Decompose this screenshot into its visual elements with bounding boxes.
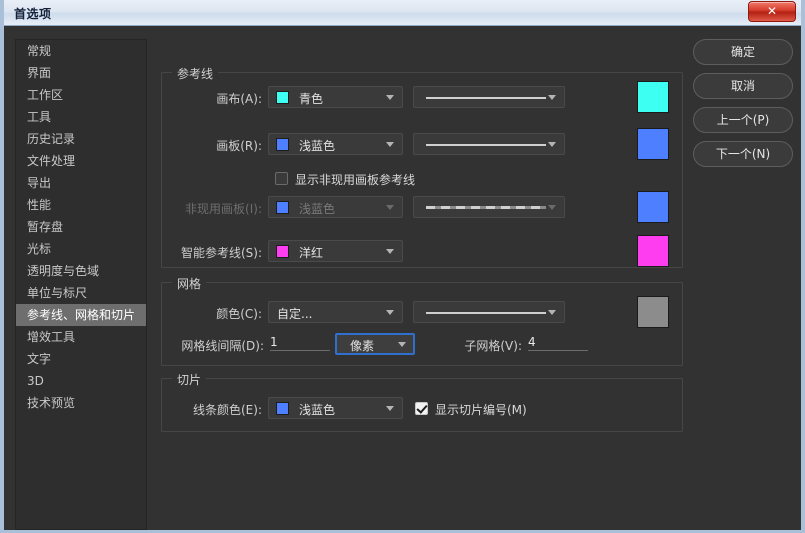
slice-line-color-dropdown[interactable]: 浅蓝色 xyxy=(268,397,403,419)
inactive-artboard-color-swatch[interactable] xyxy=(637,191,669,223)
slice-line-color-label: 线条颜色(E): xyxy=(193,403,262,417)
show-inactive-guides-checkbox[interactable] xyxy=(275,172,288,185)
slice-line-color-value: 浅蓝色 xyxy=(299,403,336,417)
inactive-artboard-color-dropdown: 浅蓝色 xyxy=(268,196,403,218)
artboard-color-swatch-small xyxy=(276,138,289,151)
chevron-down-icon xyxy=(386,142,394,147)
sidebar-item-11[interactable]: 单位与标尺 xyxy=(16,282,146,304)
canvas-color-label: 画布(A): xyxy=(216,92,262,106)
grid-color-value: 自定... xyxy=(277,307,313,321)
sidebar-item-16[interactable]: 技术预览 xyxy=(16,392,146,414)
chevron-down-icon xyxy=(386,249,394,254)
canvas-color-dropdown[interactable]: 青色 xyxy=(268,86,403,108)
grid-color-label: 颜色(C): xyxy=(216,307,262,321)
sidebar-item-8[interactable]: 暂存盘 xyxy=(16,216,146,238)
chevron-down-icon xyxy=(386,406,394,411)
sidebar-item-12[interactable]: 参考线、网格和切片 xyxy=(16,304,146,326)
prev-button[interactable]: 上一个(P) xyxy=(693,107,793,133)
sidebar-item-15[interactable]: 3D xyxy=(16,370,146,392)
title-bar: 首选项 ✕ xyxy=(4,0,801,26)
sidebar-item-13[interactable]: 增效工具 xyxy=(16,326,146,348)
chevron-down-icon xyxy=(398,342,406,347)
gridline-every-label: 网格线间隔(D): xyxy=(181,339,264,353)
slices-group: 切片 线条颜色(E): 浅蓝色 显示切片编号(M) xyxy=(161,371,683,432)
dashed-line-icon xyxy=(426,206,546,209)
ok-button[interactable]: 确定 xyxy=(693,39,793,65)
chevron-down-icon xyxy=(548,95,556,100)
sidebar-item-5[interactable]: 文件处理 xyxy=(16,150,146,172)
smart-guides-label: 智能参考线(S): xyxy=(180,246,262,260)
sidebar-item-7[interactable]: 性能 xyxy=(16,194,146,216)
artboard-color-dropdown[interactable]: 浅蓝色 xyxy=(268,133,403,155)
smart-guides-color-swatch[interactable] xyxy=(637,235,669,267)
dialog-body: 常规 界面 工作区 工具 历史记录 文件处理 导出 性能 暂存盘 光标 透明度与色域 单位与标尺 参考线… xyxy=(4,26,801,530)
canvas-color-value: 青色 xyxy=(299,92,324,106)
grid-group: 网格 颜色(C): 自定... 网格线间隔(D): 1 像素 子网格(V): 4 xyxy=(161,275,683,366)
sidebar-item-2[interactable]: 工作区 xyxy=(16,84,146,106)
category-list[interactable]: 常规 界面 工作区 工具 历史记录 文件处理 导出 性能 暂存盘 光标 透明度与色域 单位与标尺 参考线… xyxy=(15,39,147,530)
sidebar-item-10[interactable]: 透明度与色域 xyxy=(16,260,146,282)
chevron-down-icon xyxy=(548,142,556,147)
chevron-down-icon xyxy=(386,310,394,315)
chevron-down-icon xyxy=(386,95,394,100)
close-icon[interactable]: ✕ xyxy=(748,1,796,22)
show-slice-numbers-label: 显示切片编号(M) xyxy=(435,403,527,417)
inactive-artboard-color-value: 浅蓝色 xyxy=(299,202,336,216)
inactive-artboard-color-swatch-small xyxy=(276,201,289,214)
sidebar-item-0[interactable]: 常规 xyxy=(16,40,146,62)
grid-color-dropdown[interactable]: 自定... xyxy=(268,301,403,323)
chevron-down-icon xyxy=(548,205,556,210)
inactive-artboard-style-dropdown xyxy=(413,196,565,218)
grid-unit-value: 像素 xyxy=(350,339,375,353)
chevron-down-icon xyxy=(386,205,394,210)
grid-group-title: 网格 xyxy=(172,275,207,292)
show-inactive-guides-label: 显示非现用画板参考线 xyxy=(295,173,416,187)
grid-color-swatch[interactable] xyxy=(637,296,669,328)
artboard-color-value: 浅蓝色 xyxy=(299,139,336,153)
artboard-style-dropdown[interactable] xyxy=(413,133,565,155)
canvas-style-dropdown[interactable] xyxy=(413,86,565,108)
guides-group-title: 参考线 xyxy=(172,65,219,82)
guides-group: 参考线 画布(A): 青色 画板(R): 浅蓝色 显示非现用画板参考线 非现用画… xyxy=(161,65,683,268)
cancel-button[interactable]: 取消 xyxy=(693,73,793,99)
slices-group-title: 切片 xyxy=(172,371,207,388)
solid-line-icon xyxy=(426,312,546,314)
sidebar-item-6[interactable]: 导出 xyxy=(16,172,146,194)
artboard-color-label: 画板(R): xyxy=(216,139,262,153)
dialog-buttons: 确定 取消 上一个(P) 下一个(N) xyxy=(693,39,793,175)
sidebar-item-1[interactable]: 界面 xyxy=(16,62,146,84)
smart-guides-color-dropdown[interactable]: 洋红 xyxy=(268,240,403,262)
solid-line-icon xyxy=(426,144,546,146)
chevron-down-icon xyxy=(548,310,556,315)
grid-unit-dropdown[interactable]: 像素 xyxy=(335,333,415,355)
smart-guides-color-value: 洋红 xyxy=(299,246,324,260)
window-title: 首选项 xyxy=(14,7,52,21)
sidebar-item-3[interactable]: 工具 xyxy=(16,106,146,128)
next-button[interactable]: 下一个(N) xyxy=(693,141,793,167)
smart-guides-color-swatch-small xyxy=(276,245,289,258)
show-slice-numbers-checkbox[interactable] xyxy=(415,402,428,415)
sidebar-item-9[interactable]: 光标 xyxy=(16,238,146,260)
sidebar-item-4[interactable]: 历史记录 xyxy=(16,128,146,150)
artboard-color-swatch[interactable] xyxy=(637,128,669,160)
sidebar-item-14[interactable]: 文字 xyxy=(16,348,146,370)
solid-line-icon xyxy=(426,97,546,99)
preferences-dialog: 首选项 ✕ 常规 界面 工作区 工具 历史记录 文件处理 导出 性能 暂存盘 光标 透明度与色域 单位… xyxy=(0,0,805,533)
inactive-artboard-label: 非现用画板(I): xyxy=(185,202,262,216)
canvas-color-swatch-small xyxy=(276,91,289,104)
grid-style-dropdown[interactable] xyxy=(413,301,565,323)
gridline-every-input[interactable]: 1 xyxy=(270,335,330,351)
canvas-color-swatch[interactable] xyxy=(637,81,669,113)
subdivisions-label: 子网格(V): xyxy=(464,339,522,353)
subdivisions-input[interactable]: 4 xyxy=(528,335,588,351)
slice-line-color-swatch-small xyxy=(276,402,289,415)
